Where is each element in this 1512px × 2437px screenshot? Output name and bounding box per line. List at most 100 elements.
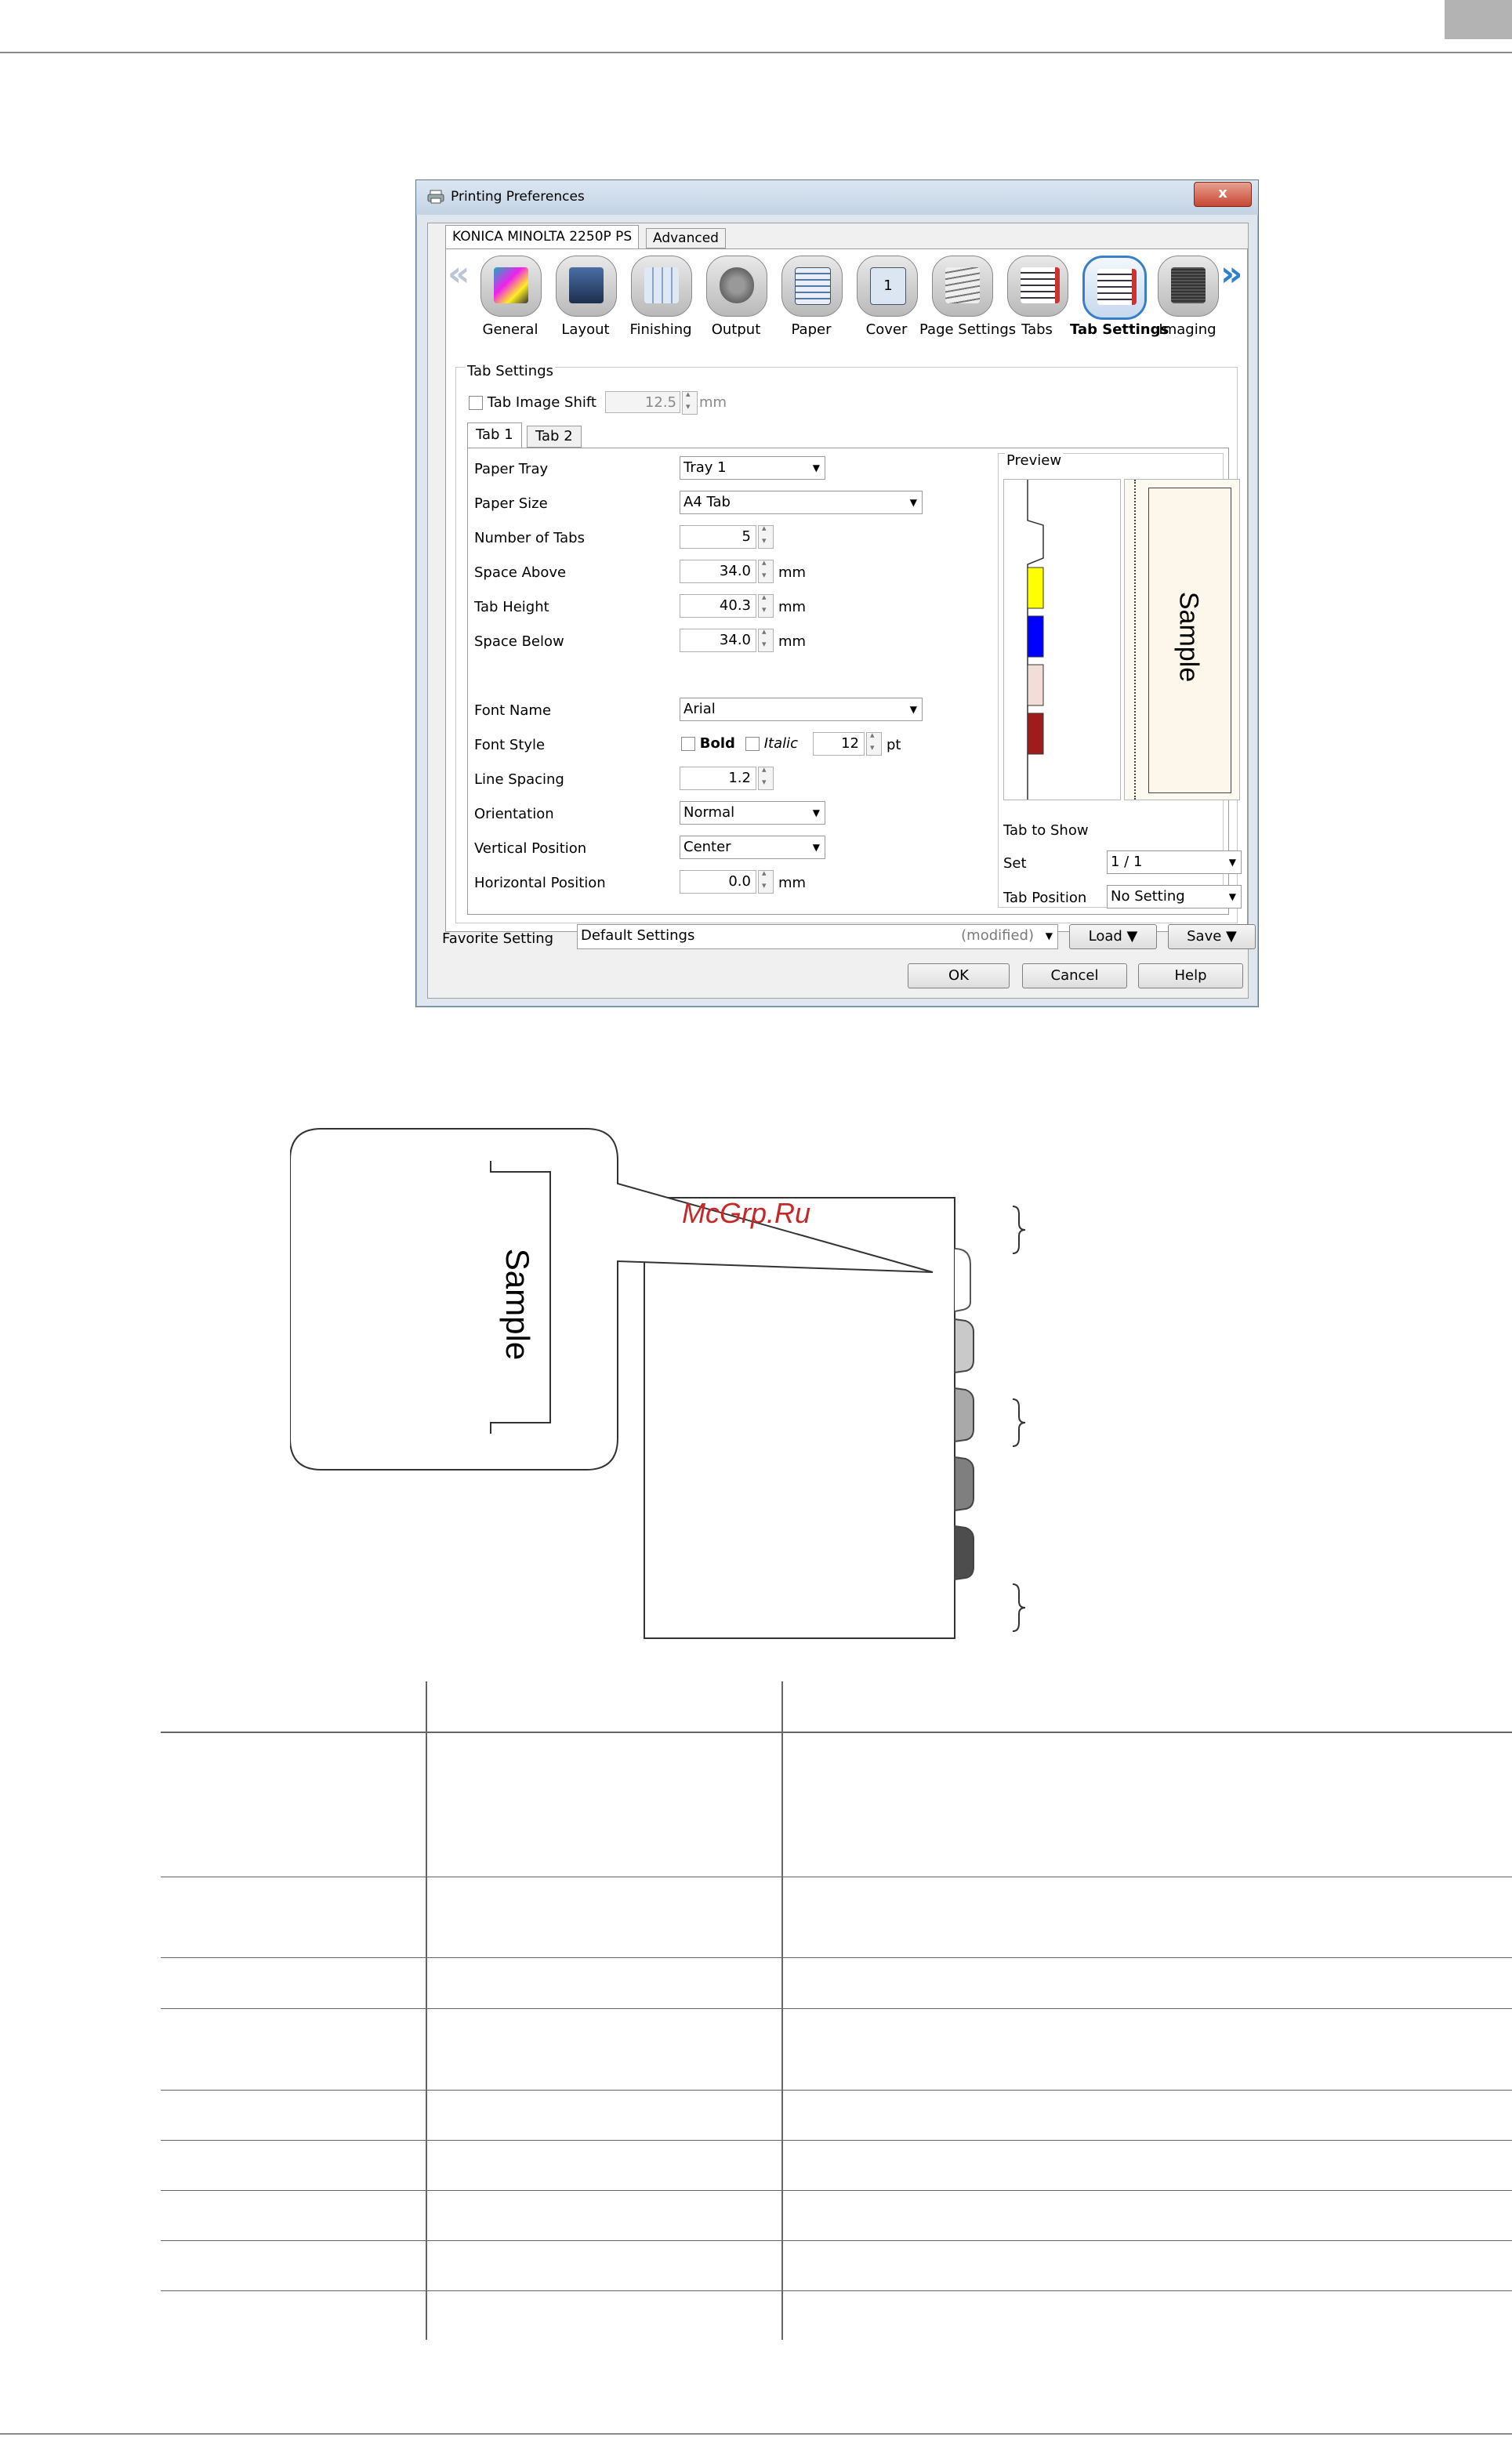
paper-size-select[interactable]: A4 Tab ▼ [680, 491, 923, 514]
toolbar-paper[interactable]: Paper [777, 256, 846, 342]
save-dropdown-icon[interactable]: ▼ [1226, 928, 1237, 945]
printing-preferences-dialog: Printing Preferences x KONICA MINOLTA 22… [415, 180, 1259, 1007]
dropdown-arrow-icon: ▼ [909, 497, 917, 508]
space-above-spinner[interactable] [758, 557, 774, 583]
subtab-2[interactable]: Tab 2 [527, 426, 582, 448]
tabs-icon [1007, 256, 1068, 317]
line-spacing-input[interactable]: 1.2 [680, 767, 756, 790]
preview-tab-2 [1027, 615, 1044, 658]
table-column-divider [426, 1681, 427, 2340]
scroll-right-icon[interactable]: » [1220, 254, 1242, 294]
number-of-tabs-spinner[interactable] [758, 523, 774, 549]
space-below-spinner[interactable] [758, 626, 774, 652]
toolbar-tab-settings[interactable]: Tab Settings [1070, 256, 1169, 342]
tab-height-input[interactable]: 40.3 [680, 594, 756, 618]
preview-sample-text: Sample [1173, 591, 1204, 683]
toolbar-output[interactable]: Output [702, 256, 771, 342]
number-of-tabs-input[interactable]: 5 [680, 525, 756, 549]
cover-icon: 1 [857, 256, 918, 317]
tab-to-show-label: Tab to Show [1003, 822, 1089, 839]
table-header-rule [161, 1732, 1512, 1733]
toolbar-tabs[interactable]: Tabs [1003, 256, 1071, 342]
tab-height-label: Tab Height [474, 599, 549, 615]
load-button[interactable]: Load ▼ [1069, 924, 1157, 949]
unit-label: mm [778, 633, 807, 650]
save-label: Save [1187, 928, 1222, 945]
toolbar-finishing[interactable]: Finishing [626, 256, 695, 342]
checkbox-box[interactable] [681, 737, 695, 751]
dropdown-arrow-icon: ▼ [909, 704, 917, 715]
toolbar-label: Output [711, 321, 761, 338]
font-size-input[interactable]: 12 [813, 732, 865, 756]
bold-checkbox[interactable]: Bold [681, 735, 735, 752]
toolbar-layout[interactable]: Layout [551, 256, 620, 342]
toolbar-cover[interactable]: 1 Cover [852, 256, 921, 342]
paper-tray-select[interactable]: Tray 1 ▼ [680, 456, 825, 480]
ok-button[interactable]: OK [908, 963, 1010, 988]
tab-diagram: Sample McGrp.Ru [289, 1125, 1042, 1642]
checkbox-box[interactable] [469, 396, 483, 410]
window-title: Printing Preferences [451, 189, 585, 205]
orientation-label: Orientation [474, 806, 554, 822]
paper-tray-value: Tray 1 [683, 459, 727, 476]
favorite-setting-select[interactable]: Default Settings (modified) ▼ [577, 924, 1058, 949]
general-icon [480, 256, 542, 317]
finishing-icon [631, 256, 692, 317]
scroll-left-icon[interactable]: « [448, 254, 470, 294]
table-row-rule [161, 2240, 1512, 2241]
toolbar-label: General [482, 321, 538, 338]
table-row-rule [161, 2090, 1512, 2091]
help-button[interactable]: Help [1138, 963, 1243, 988]
italic-checkbox[interactable]: Italic [745, 735, 798, 752]
font-size-spinner[interactable] [866, 730, 882, 756]
tab1-panel: Paper Tray Tray 1 ▼ Paper Size A4 Tab ▼ Nu… [467, 448, 1242, 915]
table-column-divider [781, 1681, 783, 2340]
tab-printer-model[interactable]: KONICA MINOLTA 2250P PS [445, 225, 640, 249]
tab-image-shift-input[interactable]: 12.5 [605, 391, 680, 413]
diagram-sample-text: Sample [499, 1248, 536, 1361]
load-label: Load [1088, 928, 1122, 945]
horizontal-position-spinner[interactable] [758, 868, 774, 894]
cancel-button[interactable]: Cancel [1022, 963, 1127, 988]
close-button[interactable]: x [1194, 182, 1252, 207]
toolbar-label: Tabs [1021, 321, 1053, 338]
save-button[interactable]: Save ▼ [1168, 924, 1256, 949]
toolbar-label: Page Settings [919, 321, 1017, 338]
dropdown-arrow-icon: ▼ [812, 462, 820, 473]
toolbar-general[interactable]: General [476, 256, 545, 342]
checkbox-box[interactable] [745, 737, 760, 751]
favorite-setting-label: Favorite Setting [442, 930, 554, 947]
vertical-position-label: Vertical Position [474, 840, 587, 857]
page-settings-icon [932, 256, 993, 317]
bold-label: Bold [699, 735, 735, 752]
horizontal-position-input[interactable]: 0.0 [680, 870, 756, 894]
space-below-input[interactable]: 34.0 [680, 629, 756, 652]
tab-advanced[interactable]: Advanced [646, 228, 726, 248]
tab-outline-1 [954, 1248, 971, 1312]
font-style-label: Font Style [474, 737, 546, 753]
cover-glyph: 1 [870, 267, 906, 305]
space-below-label: Space Below [474, 633, 564, 650]
load-dropdown-icon[interactable]: ▼ [1127, 928, 1138, 945]
tab-height-spinner[interactable] [758, 592, 774, 618]
tab-image-shift-checkbox[interactable]: Tab Image Shift [469, 394, 596, 411]
toolbar-label: Layout [561, 321, 610, 338]
tab-position-select[interactable]: No Setting ▼ [1107, 885, 1242, 908]
set-select[interactable]: 1 / 1 ▼ [1107, 850, 1242, 874]
table-row-rule [161, 2290, 1512, 2291]
line-spacing-spinner[interactable] [758, 764, 774, 790]
subtab-1[interactable]: Tab 1 [467, 422, 522, 448]
title-bar[interactable]: Printing Preferences x [416, 180, 1258, 215]
font-name-select[interactable]: Arial ▼ [680, 698, 923, 721]
toolbar-page-settings[interactable]: Page Settings [919, 256, 1016, 342]
dropdown-arrow-icon: ▼ [1045, 930, 1053, 941]
vertical-position-value: Center [683, 839, 731, 855]
vertical-position-select[interactable]: Center ▼ [680, 836, 825, 859]
space-above-input[interactable]: 34.0 [680, 560, 756, 583]
toolbar-label: Cover [865, 321, 908, 338]
tab-image-shift-spinner[interactable] [682, 389, 698, 415]
paper-icon [781, 256, 843, 317]
orientation-select[interactable]: Normal ▼ [680, 801, 825, 825]
toolbar-imaging[interactable]: Imaging [1153, 256, 1222, 342]
set-value: 1 / 1 [1111, 854, 1143, 870]
